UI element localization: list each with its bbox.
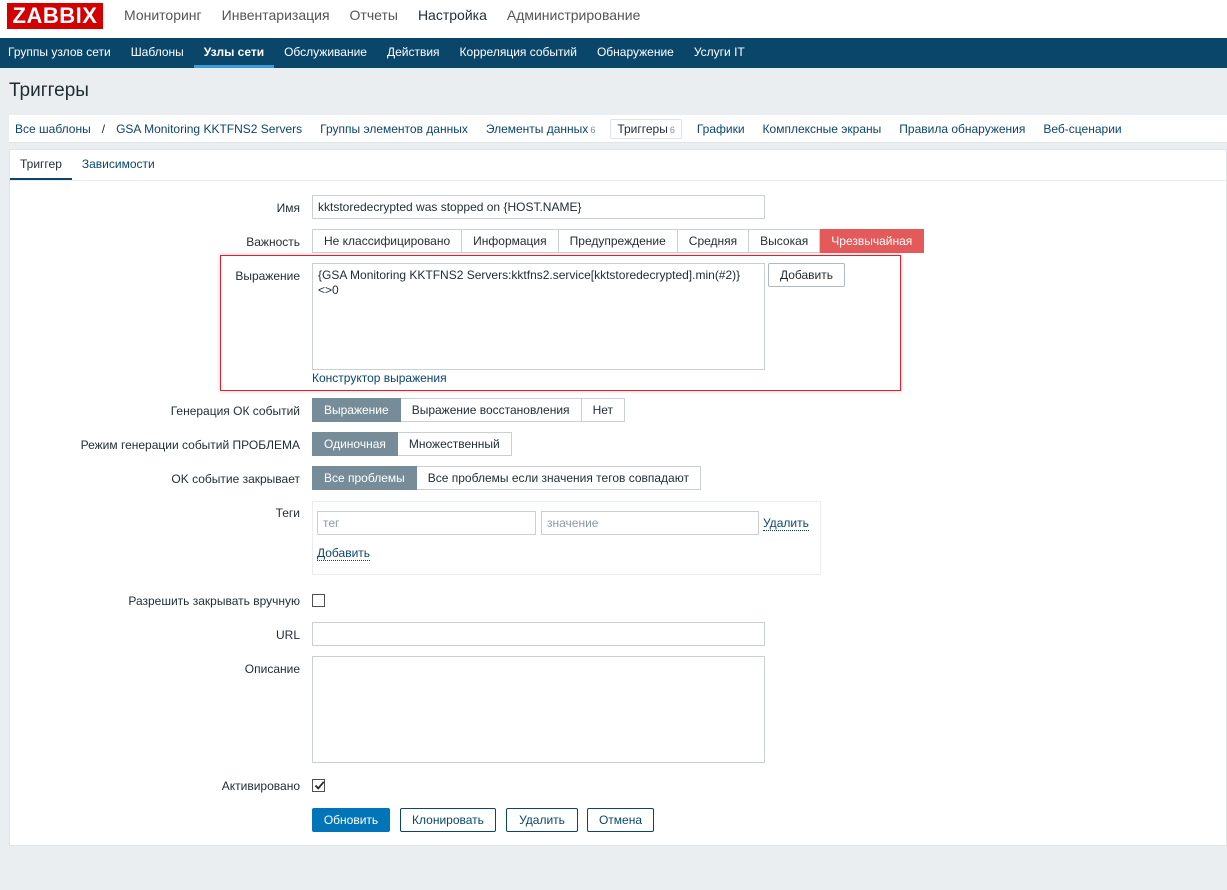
tag-remove-link[interactable]: Удалить <box>763 516 809 531</box>
severity-disaster[interactable]: Чрезвычайная <box>820 229 925 253</box>
crumb-graphs[interactable]: Графики <box>688 122 754 136</box>
enabled-label: Активировано <box>221 779 300 793</box>
ok-generation-selector: Выражение Выражение восстановления Нет <box>312 398 625 422</box>
severity-high[interactable]: Высокая <box>749 229 821 253</box>
ok-gen-none[interactable]: Нет <box>581 398 625 422</box>
problem-mode-multiple[interactable]: Множественный <box>397 432 512 456</box>
annotation-highlight-box <box>220 255 901 391</box>
name-input[interactable]: kktstoredecrypted was stopped on {HOST.N… <box>312 195 765 219</box>
severity-not-classified[interactable]: Не классифицировано <box>312 229 463 253</box>
ok-closes-selector: Все проблемы Все проблемы если значения … <box>312 466 701 490</box>
crumb-screens[interactable]: Комплексные экраны <box>754 122 891 136</box>
ok-closes-tag-match[interactable]: Все проблемы если значения тегов совпада… <box>416 466 701 490</box>
tab-dependencies[interactable]: Зависимости <box>72 150 165 181</box>
delete-button[interactable]: Удалить <box>506 808 578 832</box>
subnav-it-services[interactable]: Услуги IT <box>684 38 755 68</box>
manual-close-checkbox[interactable] <box>312 594 325 607</box>
trigger-form-panel: Триггер Зависимости Имя kktstoredecrypte… <box>9 149 1227 846</box>
crumb-application-groups[interactable]: Группы элементов данных <box>311 122 477 136</box>
ok-generation-label: Генерация ОК событий <box>170 404 300 418</box>
crumb-triggers-label: Триггеры <box>617 121 668 136</box>
crumb-template[interactable]: GSA Monitoring KKTFNS2 Servers <box>107 122 311 136</box>
url-label: URL <box>275 628 300 642</box>
problem-mode-label: Режим генерации событий ПРОБЛЕМА <box>80 438 300 452</box>
subnav-discovery[interactable]: Обнаружение <box>587 38 684 68</box>
subnav-hosts[interactable]: Узлы сети <box>193 38 275 68</box>
description-textarea[interactable] <box>312 656 765 763</box>
crumb-triggers-count: 6 <box>669 124 675 135</box>
crumb-all-templates[interactable]: Все шаблоны <box>9 122 100 136</box>
page-title: Триггеры <box>9 80 89 101</box>
description-label: Описание <box>244 662 300 676</box>
tab-trigger[interactable]: Триггер <box>10 150 72 181</box>
severity-average[interactable]: Средняя <box>677 229 750 253</box>
main-menu: Мониторинг Инвентаризация Отчеты Настрой… <box>114 0 650 38</box>
subnav-maintenance[interactable]: Обслуживание <box>274 38 377 68</box>
severity-information[interactable]: Информация <box>462 229 559 253</box>
enabled-checkbox[interactable] <box>312 779 325 792</box>
crumb-items-label: Элементы данных <box>485 121 589 136</box>
menu-reports[interactable]: Отчеты <box>340 0 408 38</box>
subnav-actions[interactable]: Действия <box>377 38 450 68</box>
menu-administration[interactable]: Администрирование <box>497 0 651 38</box>
cancel-button[interactable]: Отмена <box>587 808 654 832</box>
menu-monitoring[interactable]: Мониторинг <box>114 0 212 38</box>
severity-warning[interactable]: Предупреждение <box>558 229 678 253</box>
zabbix-logo[interactable]: ZABBIX <box>7 3 103 29</box>
problem-mode-selector: Одиночная Множественный <box>312 432 512 456</box>
clone-button[interactable]: Клонировать <box>400 808 496 832</box>
ok-closes-all[interactable]: Все проблемы <box>312 466 417 490</box>
breadcrumb: Все шаблоны / GSA Monitoring KKTFNS2 Ser… <box>9 115 1227 143</box>
form-tabs: Триггер Зависимости <box>10 150 165 181</box>
manual-close-label: Разрешить закрывать вручную <box>128 594 300 608</box>
name-label: Имя <box>276 201 300 215</box>
subnav-correlation[interactable]: Корреляция событий <box>450 38 587 68</box>
subnav-host-groups[interactable]: Группы узлов сети <box>0 38 121 68</box>
crumb-items-count: 6 <box>590 124 596 135</box>
crumb-items[interactable]: Элементы данных 6 <box>477 122 604 136</box>
subnav-templates[interactable]: Шаблоны <box>121 38 194 68</box>
sub-nav: Группы узлов сети Шаблоны Узлы сети Обсл… <box>0 38 1227 68</box>
tag-value-input[interactable]: значение <box>541 511 759 535</box>
tag-name-input[interactable]: тег <box>317 511 536 535</box>
update-button[interactable]: Обновить <box>312 808 390 832</box>
crumb-discovery-rules[interactable]: Правила обнаружения <box>890 122 1034 136</box>
crumb-triggers[interactable]: Триггеры 6 <box>610 118 682 139</box>
ok-closes-label: OK событие закрывает <box>171 472 300 486</box>
tabs-divider <box>10 180 1226 181</box>
checkmark-icon <box>314 781 325 790</box>
url-input[interactable] <box>312 622 765 646</box>
crumb-separator: / <box>101 121 106 136</box>
tag-add-link[interactable]: Добавить <box>317 546 371 561</box>
menu-configuration[interactable]: Настройка <box>408 0 497 38</box>
crumb-web-scenarios[interactable]: Веб-сценарии <box>1034 122 1130 136</box>
tags-label: Теги <box>275 506 300 520</box>
problem-mode-single[interactable]: Одиночная <box>312 432 398 456</box>
ok-gen-recovery-expression[interactable]: Выражение восстановления <box>400 398 582 422</box>
severity-selector: Не классифицировано Информация Предупреж… <box>312 229 925 253</box>
top-header: ZABBIX Мониторинг Инвентаризация Отчеты … <box>0 0 1227 38</box>
ok-gen-expression[interactable]: Выражение <box>312 398 401 422</box>
menu-inventory[interactable]: Инвентаризация <box>212 0 340 38</box>
severity-label: Важность <box>246 235 300 249</box>
